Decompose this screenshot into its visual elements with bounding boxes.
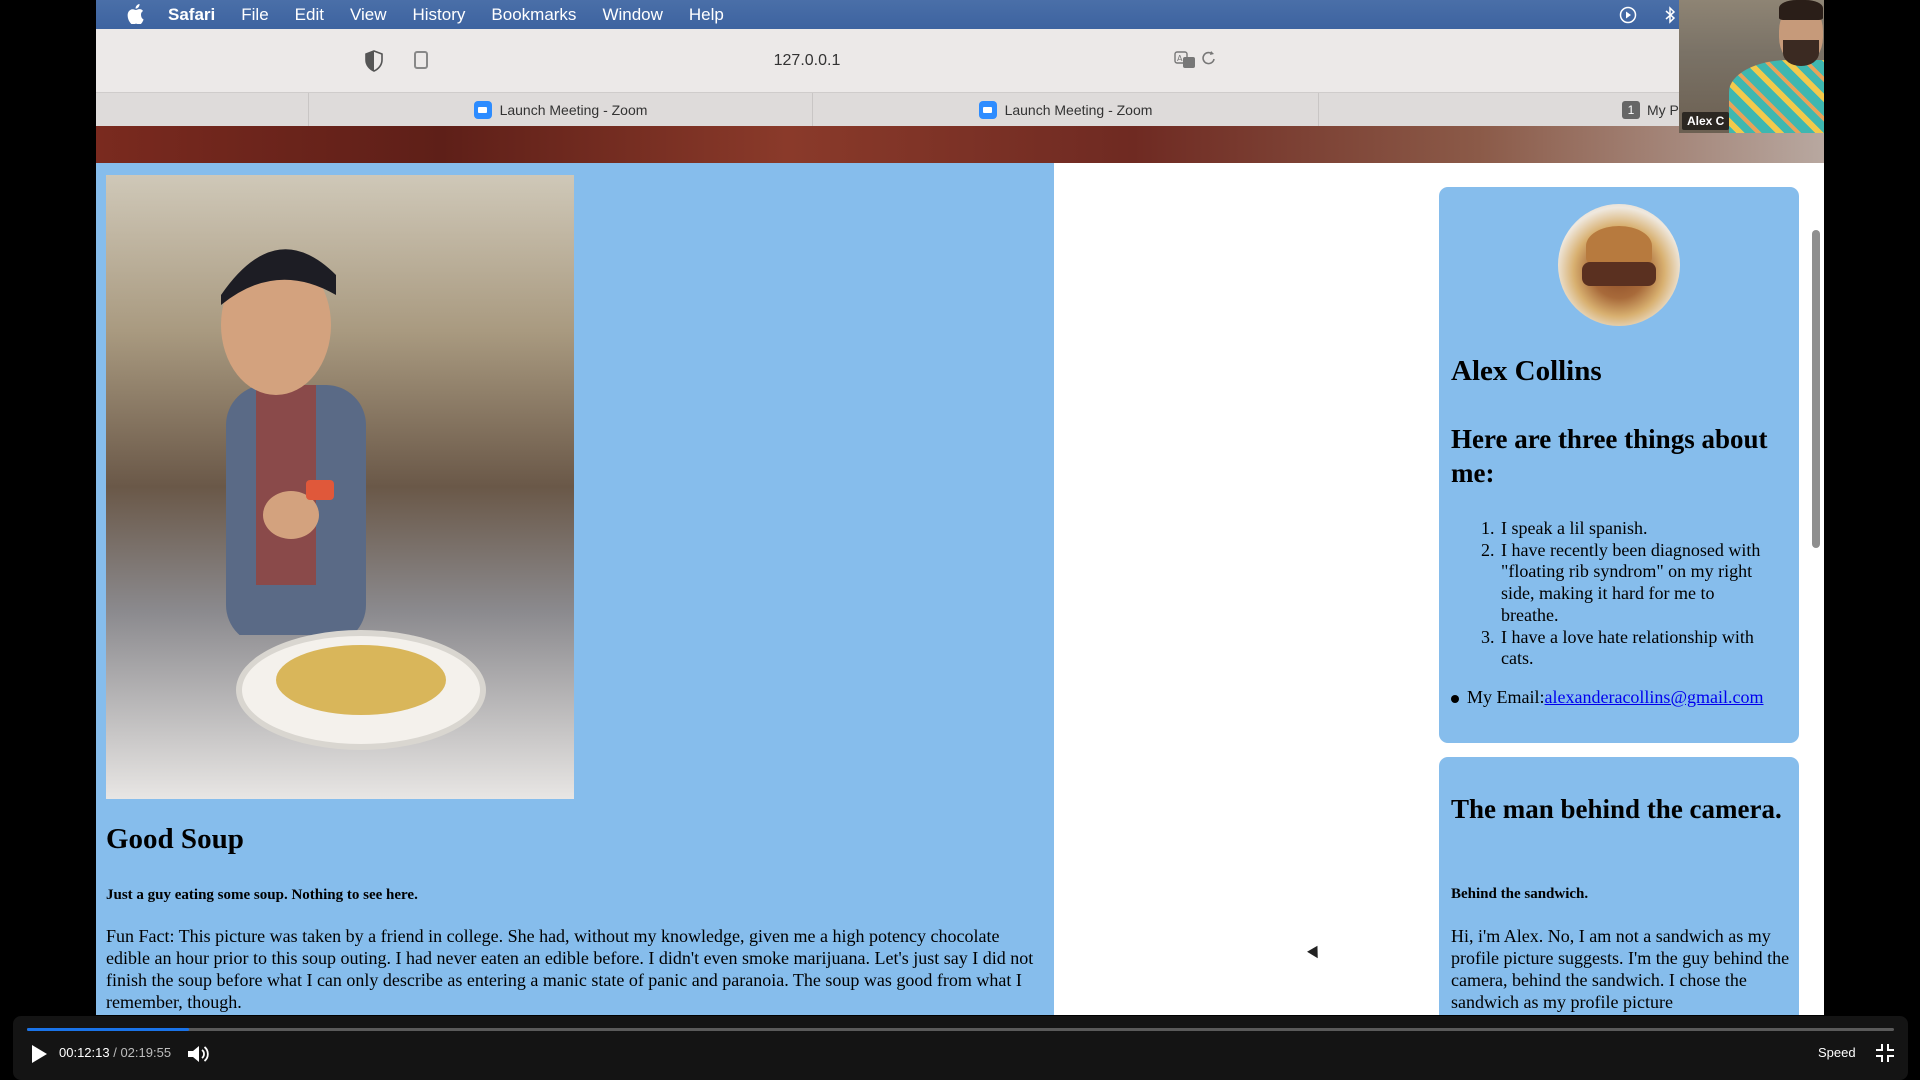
email-label: My Email: (1467, 687, 1545, 707)
menu-view[interactable]: View (350, 5, 387, 25)
page-banner-image (96, 126, 1824, 163)
zoom-icon (473, 101, 492, 119)
behind-camera-subtitle: Behind the sandwich. (1451, 886, 1589, 902)
profile-name: Alex Collins (1451, 355, 1602, 387)
tab-number-badge: 1 (1622, 101, 1640, 119)
safari-toolbar: 127.0.0.1 A (96, 29, 1824, 92)
post-title: Good Soup (106, 823, 244, 855)
translate-icon[interactable]: A (1174, 51, 1196, 74)
play-button[interactable] (27, 1042, 51, 1066)
exit-fullscreen-icon[interactable] (1873, 1041, 1897, 1065)
speed-button[interactable]: Speed (1818, 1045, 1856, 1060)
zoom-icon (978, 101, 997, 119)
list-item: I have recently been diagnosed with "flo… (1499, 540, 1771, 627)
three-things-list: I speak a lil spanish. I have recently b… (1451, 518, 1771, 670)
tab-bar: Launch Meeting - Zoom Launch Meeting - Z… (96, 92, 1824, 128)
tab-launch-meeting-2[interactable]: Launch Meeting - Zoom (812, 93, 1318, 127)
time-display: 00:12:13 / 02:19:55 (59, 1045, 171, 1060)
svg-text:A: A (1177, 54, 1183, 63)
email-link[interactable]: alexanderacollins@gmail.com (1545, 687, 1764, 707)
menu-app-name[interactable]: Safari (168, 5, 215, 25)
address-bar-url: 127.0.0.1 (773, 52, 841, 69)
bullet-icon (1451, 694, 1459, 703)
behind-camera-heading: The man behind the camera. (1451, 794, 1782, 824)
tab-partial[interactable] (96, 93, 308, 127)
seek-bar[interactable] (27, 1028, 1894, 1031)
menu-window[interactable]: Window (602, 5, 662, 25)
profile-card: Alex Collins Here are three things about… (1439, 187, 1799, 743)
reload-icon[interactable] (1201, 49, 1217, 72)
zoom-participant-video: Alex C (1679, 0, 1824, 133)
page-scrollbar[interactable] (1812, 230, 1820, 548)
bluetooth-icon[interactable] (1660, 5, 1680, 25)
menu-help[interactable]: Help (689, 5, 724, 25)
profile-avatar (1558, 204, 1680, 326)
tab-label: Launch Meeting - Zoom (499, 102, 648, 118)
menu-history[interactable]: History (413, 5, 466, 25)
soup-post-card: Good Soup Just a guy eating some soup. N… (96, 163, 1054, 1015)
menu-file[interactable]: File (241, 5, 268, 25)
web-page: Good Soup Just a guy eating some soup. N… (96, 163, 1824, 1015)
behind-camera-text: Hi, i'm Alex. No, I am not a sandwich as… (1451, 926, 1790, 1012)
video-player-controls: 00:12:13 / 02:19:55 Speed (13, 1016, 1908, 1080)
tab-launch-meeting-1[interactable]: Launch Meeting - Zoom (308, 93, 812, 127)
address-bar[interactable]: 127.0.0.1 (401, 42, 1213, 79)
time-separator: / (109, 1045, 121, 1060)
play-circle-icon[interactable] (1618, 5, 1638, 25)
post-subtitle: Just a guy eating some soup. Nothing to … (106, 887, 418, 903)
soup (276, 645, 446, 715)
menu-bookmarks[interactable]: Bookmarks (491, 5, 576, 25)
screen-recording: Safari File Edit View History Bookmarks … (96, 0, 1824, 1015)
participant-name: Alex C (1682, 112, 1730, 130)
list-item: I speak a lil spanish. (1499, 518, 1771, 540)
menu-edit[interactable]: Edit (295, 5, 324, 25)
email-line: My Email:alexanderacollins@gmail.com (1451, 686, 1791, 708)
macos-menu-bar: Safari File Edit View History Bookmarks … (96, 0, 1824, 29)
current-time: 00:12:13 (59, 1045, 110, 1060)
apple-logo-icon[interactable] (122, 3, 148, 26)
volume-icon[interactable] (185, 1042, 211, 1066)
behind-camera-card: The man behind the camera. Behind the sa… (1439, 757, 1799, 1015)
fun-fact-text: Fun Fact: This picture was taken by a fr… (106, 926, 1034, 1012)
three-things-heading: Here are three things about me: (1451, 424, 1768, 488)
page-menu-icon[interactable] (414, 51, 428, 69)
soup-photo (106, 175, 574, 799)
list-item: I have a love hate relationship with cat… (1499, 627, 1771, 670)
total-time: 02:19:55 (120, 1045, 172, 1060)
privacy-shield-icon[interactable] (364, 50, 384, 72)
seek-progress (27, 1028, 190, 1031)
tab-label: Launch Meeting - Zoom (1004, 102, 1153, 118)
